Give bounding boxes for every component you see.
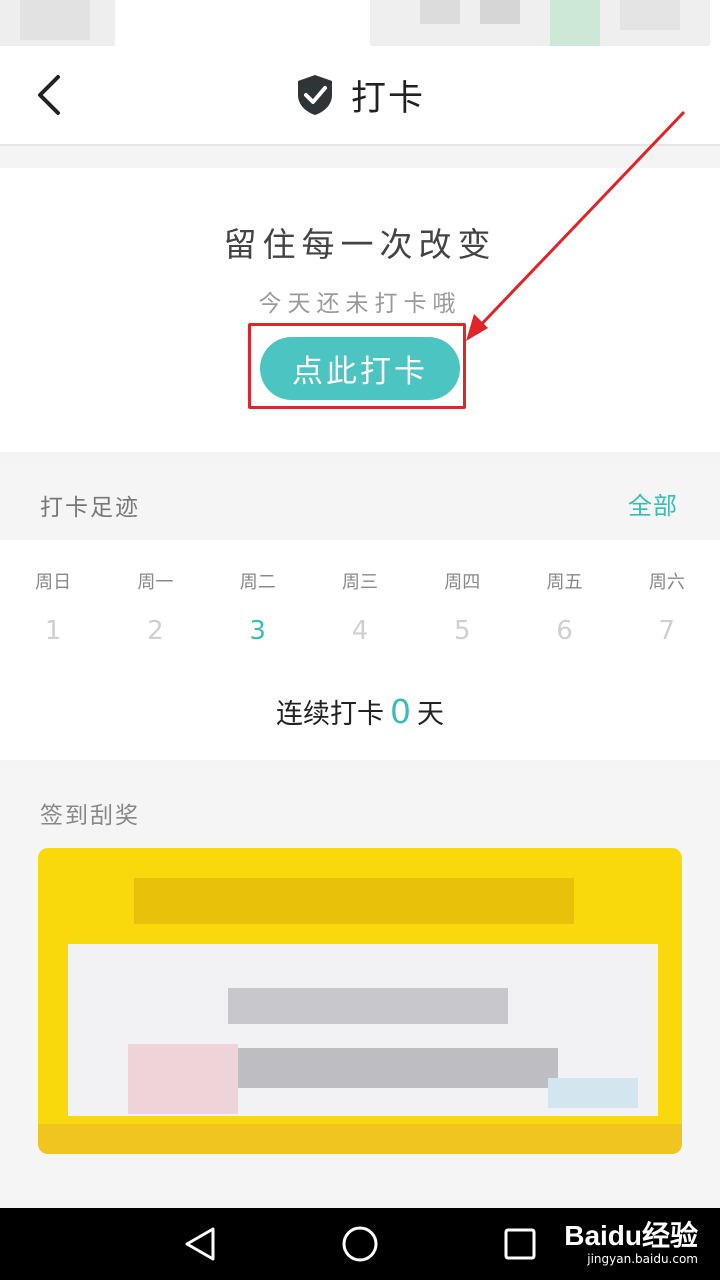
page-title: 打卡: [350, 78, 425, 119]
footprint-title: 打卡足迹: [40, 495, 140, 521]
day-name: 周五: [546, 572, 583, 593]
nav-back-button[interactable]: [178, 1222, 222, 1266]
shield-check-icon: [297, 75, 332, 115]
watermark-url: jingyan.baidu.com: [587, 1252, 698, 1266]
system-nav-bar: Baidu经验 jingyan.baidu.com: [0, 1208, 720, 1280]
day-name: 周日: [35, 572, 72, 593]
scratch-card[interactable]: [38, 848, 682, 1154]
circle-home-icon: [342, 1226, 378, 1262]
status-bar: [0, 0, 720, 46]
day-number: 4: [351, 616, 369, 646]
day-column: 周四 5: [411, 540, 513, 660]
scratch-blur-header: [134, 878, 574, 924]
header-title-group: 打卡: [0, 46, 720, 144]
day-column: 周三 4: [309, 540, 411, 660]
day-number: 2: [147, 616, 164, 646]
scratch-section: 签到刮奖: [0, 762, 720, 1208]
streak-suffix: 天: [417, 699, 444, 730]
footprint-header: 打卡足迹 全部: [0, 462, 720, 540]
watermark-logo: Baidu经验: [564, 1220, 698, 1251]
day-column: 周二 3: [207, 540, 309, 660]
streak-prefix: 连续打卡: [276, 699, 384, 730]
scratch-title: 签到刮奖: [40, 803, 140, 829]
nav-home-button[interactable]: [338, 1222, 382, 1266]
day-name: 周二: [239, 572, 276, 593]
checkin-button[interactable]: 点此打卡: [260, 337, 460, 400]
day-number: 5: [453, 616, 471, 646]
day-number: 6: [556, 616, 573, 646]
day-number: 7: [658, 616, 676, 646]
week-calendar: 周日 1 周一 2 周二 3 周三 4 周四 5 周五 6 周六 7 连续打卡 …: [0, 540, 720, 760]
day-name: 周一: [137, 572, 174, 593]
square-recents-icon: [504, 1228, 536, 1260]
view-all-link[interactable]: 全部: [628, 486, 678, 521]
week-row: 周日 1 周一 2 周二 3 周三 4 周四 5 周五 6 周六 7: [0, 540, 720, 660]
day-name: 周六: [648, 572, 685, 593]
app-header: 打卡: [0, 46, 720, 146]
streak-line: 连续打卡 0 天: [0, 692, 720, 731]
day-column: 周五 6: [513, 540, 615, 660]
checkin-screen: 打卡 留住每一次改变 今天还未打卡哦 点此打卡 打卡足迹 全部 周日 1 周一 …: [0, 0, 720, 1280]
day-column: 周日 1: [2, 540, 104, 660]
streak-count: 0: [390, 692, 411, 731]
day-number: 1: [44, 616, 62, 646]
triangle-back-icon: [185, 1227, 215, 1261]
checkin-card: 留住每一次改变 今天还未打卡哦 点此打卡: [0, 168, 720, 452]
nav-recents-button[interactable]: [498, 1222, 542, 1266]
day-name: 周四: [444, 572, 481, 593]
slogan-text: 留住每一次改变: [223, 225, 497, 264]
watermark: Baidu经验 jingyan.baidu.com: [564, 1214, 698, 1266]
day-number-today: 3: [249, 616, 266, 646]
day-column: 周一 2: [104, 540, 206, 660]
day-name: 周三: [341, 572, 378, 593]
checkin-status-text: 今天还未打卡哦: [258, 291, 462, 317]
day-column: 周六 7: [616, 540, 718, 660]
